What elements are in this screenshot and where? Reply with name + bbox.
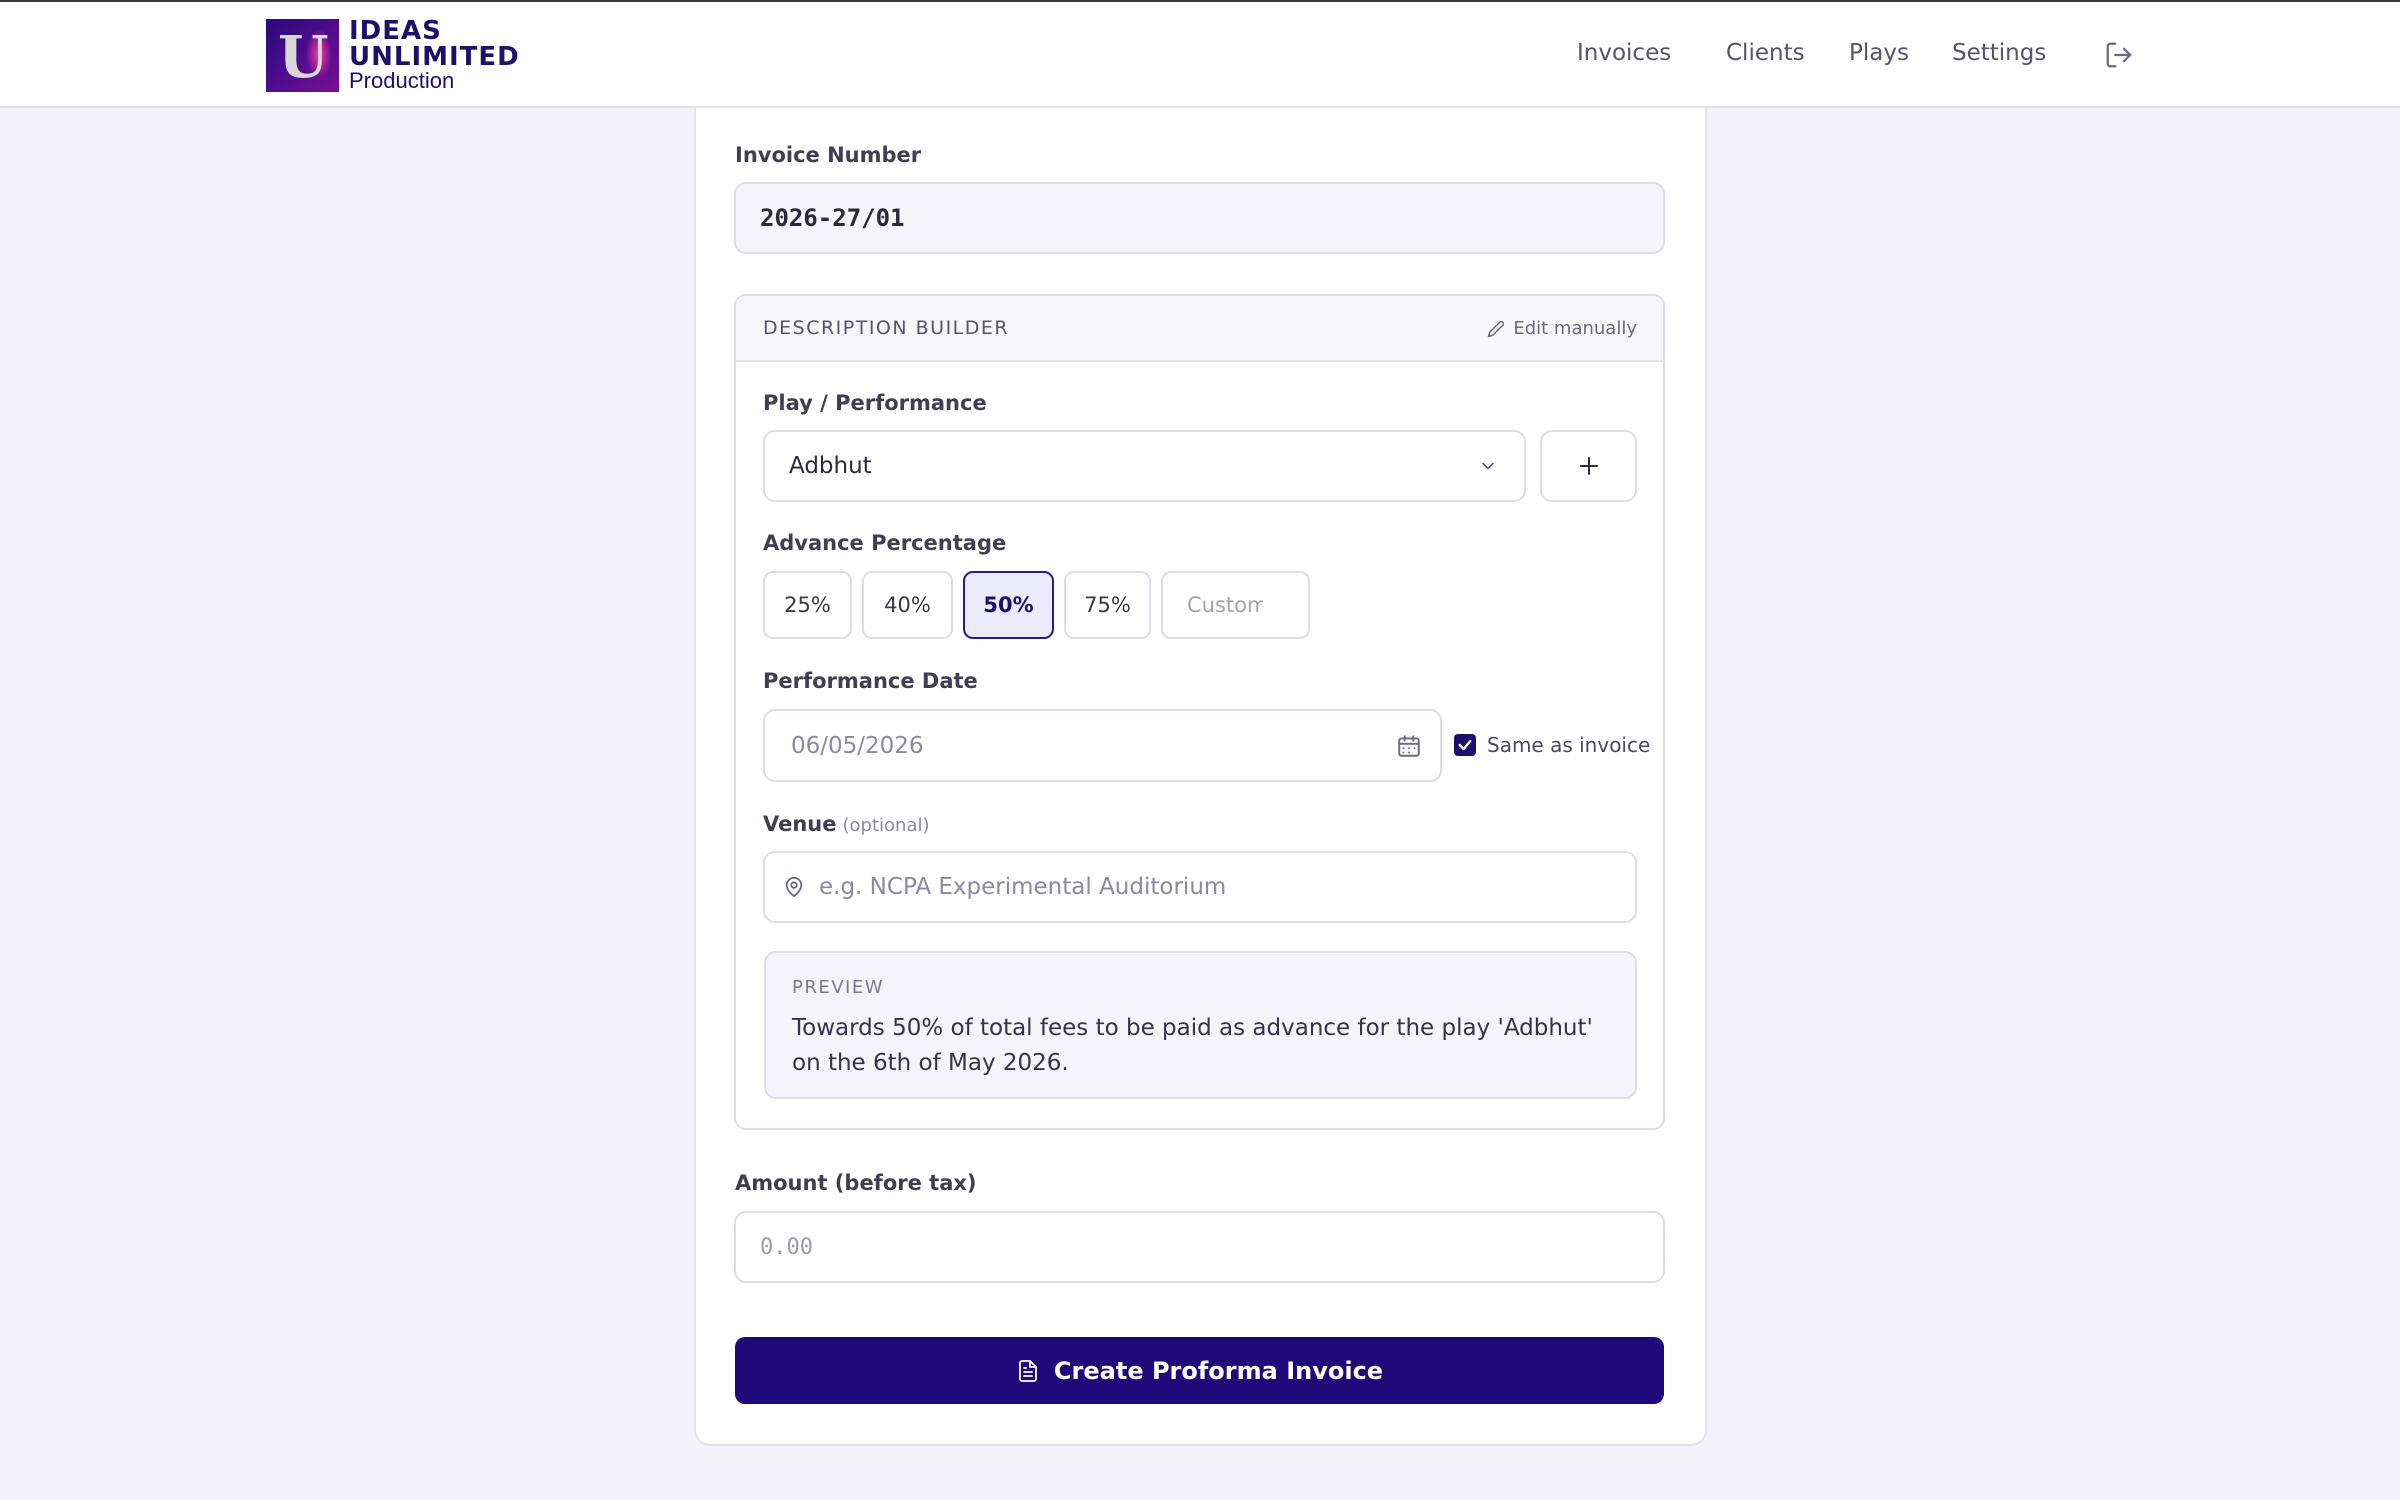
invoice-number-label: Invoice Number bbox=[735, 143, 922, 167]
same-as-invoice-label[interactable]: Same as invoice bbox=[1487, 733, 1650, 757]
play-label: Play / Performance bbox=[763, 391, 987, 415]
brand-line3: Production bbox=[349, 68, 455, 93]
nav-clients[interactable]: Clients bbox=[1726, 40, 1805, 66]
amount-input[interactable]: 0.00 bbox=[734, 1211, 1665, 1283]
venue-label-text: Venue bbox=[763, 812, 837, 836]
play-select[interactable]: Adbhut bbox=[763, 430, 1526, 502]
chevron-down-icon bbox=[1482, 462, 1494, 470]
builder-title: DESCRIPTION BUILDER bbox=[763, 317, 1010, 339]
nav-invoices[interactable]: Invoices bbox=[1577, 40, 1671, 66]
amount-label: Amount (before tax) bbox=[735, 1171, 977, 1195]
invoice-number-value: 2026-27/01 bbox=[760, 204, 905, 232]
pct-50-button[interactable]: 50% bbox=[963, 571, 1054, 639]
plus-icon bbox=[1579, 457, 1598, 475]
amount-placeholder: 0.00 bbox=[760, 1234, 813, 1260]
map-pin-icon bbox=[785, 876, 803, 898]
venue-optional-hint: (optional) bbox=[842, 815, 930, 836]
builder-header: DESCRIPTION BUILDER Edit manually bbox=[736, 296, 1663, 362]
pencil-icon bbox=[1488, 320, 1505, 337]
venue-input[interactable]: e.g. NCPA Experimental Auditorium bbox=[763, 851, 1637, 923]
play-select-value: Adbhut bbox=[789, 453, 872, 479]
nav-settings[interactable]: Settings bbox=[1952, 40, 2046, 66]
pct-25-button[interactable]: 25% bbox=[763, 571, 852, 639]
pct-40-button[interactable]: 40% bbox=[862, 571, 953, 639]
check-icon bbox=[1458, 739, 1472, 751]
edit-manually-button[interactable]: Edit manually bbox=[1487, 318, 1637, 339]
advance-percentage-label: Advance Percentage bbox=[763, 531, 1007, 555]
custom-percentage-placeholder: Custom bbox=[1187, 593, 1263, 617]
performance-date-value: 06/05/2026 bbox=[791, 732, 924, 759]
logout-icon[interactable] bbox=[2104, 40, 2134, 70]
performance-date-label: Performance Date bbox=[763, 669, 978, 693]
brand-wordmark: IDEAS UNLIMITED Production bbox=[349, 18, 520, 92]
brand-line2: UNLIMITED bbox=[349, 42, 520, 72]
edit-manually-label: Edit manually bbox=[1513, 318, 1637, 339]
venue-placeholder: e.g. NCPA Experimental Auditorium bbox=[819, 874, 1227, 900]
description-preview: PREVIEW Towards 50% of total fees to be … bbox=[764, 951, 1637, 1099]
custom-percentage-input[interactable]: Custom bbox=[1161, 571, 1310, 639]
same-as-invoice-checkbox[interactable] bbox=[1454, 734, 1476, 756]
brand-line1: IDEAS bbox=[349, 16, 442, 46]
logo-mark-icon: U bbox=[266, 18, 339, 92]
create-proforma-invoice-button[interactable]: Create Proforma Invoice bbox=[735, 1337, 1664, 1404]
preview-text: Towards 50% of total fees to be paid as … bbox=[792, 1015, 1593, 1076]
pct-75-button[interactable]: 75% bbox=[1064, 571, 1151, 639]
venue-label: Venue (optional) bbox=[763, 812, 930, 836]
top-navbar: U IDEAS UNLIMITED Production Invoices Cl… bbox=[0, 0, 2400, 108]
preview-title: PREVIEW bbox=[792, 977, 885, 998]
add-play-button[interactable] bbox=[1540, 430, 1637, 502]
nav-plays[interactable]: Plays bbox=[1849, 40, 1909, 66]
document-icon bbox=[1019, 1359, 1037, 1382]
brand-logo[interactable]: U IDEAS UNLIMITED Production bbox=[266, 18, 520, 92]
create-proforma-invoice-label: Create Proforma Invoice bbox=[1053, 1356, 1384, 1385]
invoice-number-field[interactable]: 2026-27/01 bbox=[734, 182, 1665, 254]
calendar-icon[interactable] bbox=[1396, 733, 1422, 759]
performance-date-input[interactable]: 06/05/2026 bbox=[763, 709, 1442, 782]
